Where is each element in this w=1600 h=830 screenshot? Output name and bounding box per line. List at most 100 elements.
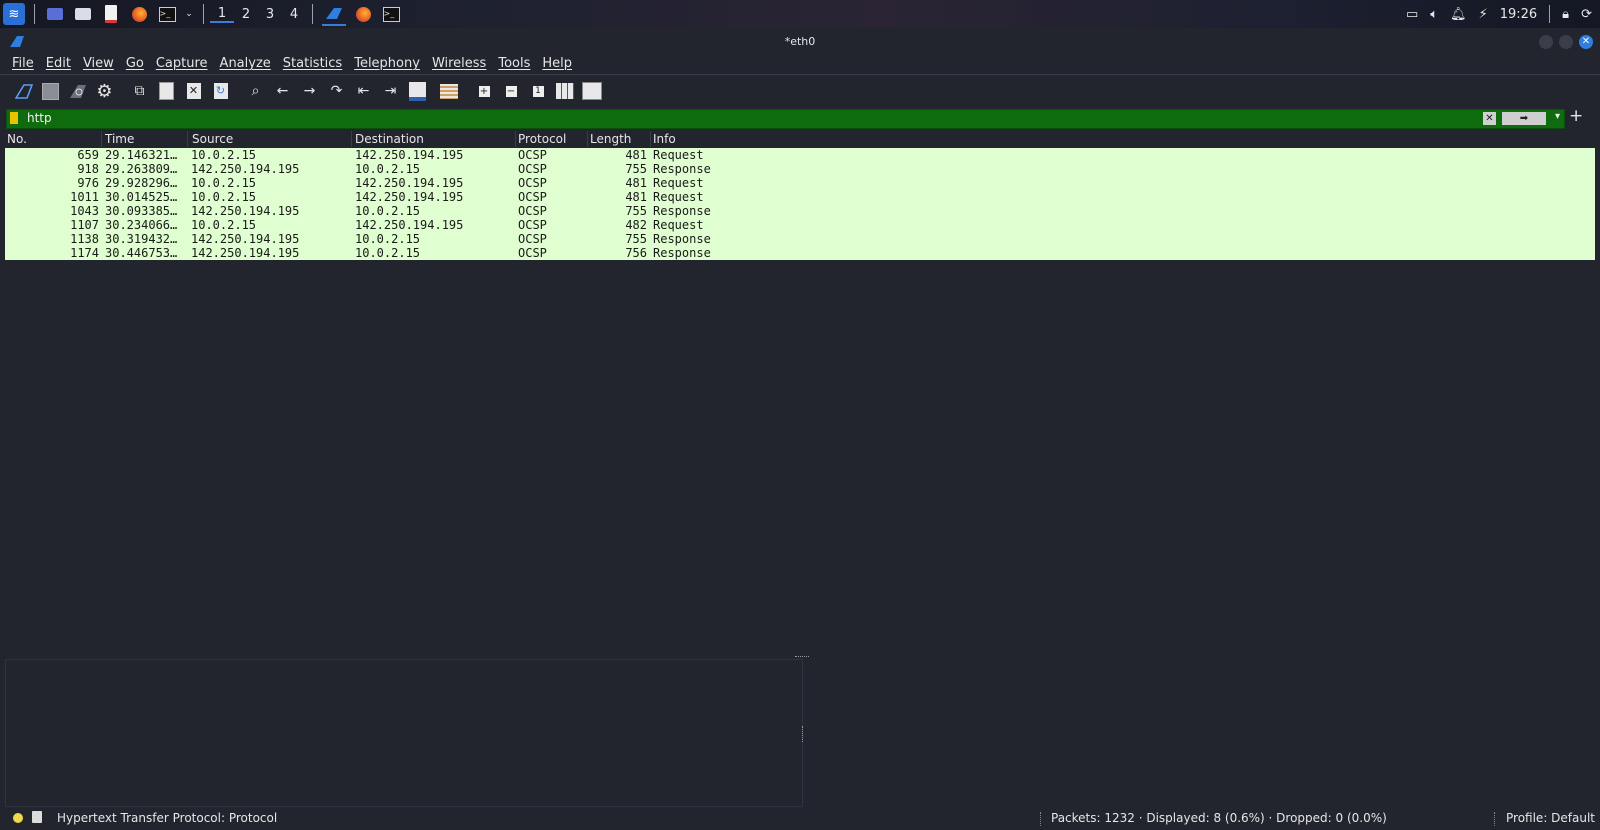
column-separator[interactable] [351,131,352,147]
save-file-icon[interactable] [157,81,177,101]
table-row[interactable]: 918 29.263809… 142.250.194.195 10.0.2.15 OCS… [5,162,1595,176]
workspace-2[interactable]: 2 [234,7,258,22]
resize-columns-icon[interactable] [555,81,575,101]
go-forward-arrow-icon[interactable]: → [300,81,320,101]
table-row[interactable]: 1174 30.446753… 142.250.194.195 10.0.2.15 OC… [5,246,1595,260]
minimize-button[interactable] [1539,35,1553,49]
menu-edit[interactable]: Edit [40,56,77,72]
colorize-icon[interactable] [439,81,459,101]
last-packet-icon[interactable]: ⇥ [381,81,401,101]
terminal-task-icon[interactable]: >_ [380,3,402,25]
packet-details-pane[interactable] [5,659,803,807]
status-profile[interactable]: Profile: Default [1506,811,1595,825]
find-packet-search-icon[interactable]: ⌕ [246,81,266,101]
close-file-icon[interactable]: ✕ [184,81,204,101]
clear-filter-icon[interactable]: ✕ [1483,112,1496,125]
battery-icon[interactable]: ⚡ [1479,7,1488,22]
capture-options-gear-icon[interactable]: ⚙ [95,81,115,102]
wireshark-task-icon[interactable] [322,2,346,26]
display-filter-input[interactable] [27,111,1427,125]
display-icon[interactable]: ▭ [1406,7,1418,22]
maximize-button[interactable] [1559,35,1573,49]
clock[interactable]: 19:26 [1500,7,1537,22]
menu-telephony[interactable]: Telephony [348,56,426,72]
filter-history-chevron-down-icon[interactable]: ▾ [1555,111,1560,122]
table-row[interactable]: 1138 30.319432… 142.250.194.195 10.0.2.15 OC… [5,232,1595,246]
close-button[interactable]: ✕ [1579,35,1593,49]
column-header-no[interactable]: No. [7,132,27,146]
column-header-source[interactable]: Source [192,132,233,146]
menu-go[interactable]: Go [120,56,150,72]
autoscroll-icon[interactable] [408,81,428,101]
menu-tools[interactable]: Tools [492,56,536,72]
menu-wireless[interactable]: Wireless [426,56,492,72]
column-header-destination[interactable]: Destination [355,132,424,146]
cell-protocol: OCSP [518,190,547,204]
column-separator[interactable] [101,131,102,147]
open-file-icon[interactable]: ⧉ [130,81,150,101]
cell-time: 29.263809… [105,162,178,176]
menu-capture[interactable]: Capture [150,56,214,72]
add-filter-button-plus-icon[interactable]: + [1569,106,1583,126]
apply-filter-arrow-icon[interactable]: ➡ [1502,112,1546,125]
zoom-out-icon[interactable]: − [501,81,521,101]
cell-info: Response [653,232,711,246]
filter-bookmark-icon[interactable] [10,112,18,124]
volume-icon[interactable]: 🔈︎ [1430,7,1438,22]
column-separator[interactable] [187,131,188,147]
workspace-1[interactable]: 1 [210,6,234,23]
packet-layout-icon[interactable] [582,81,602,101]
packet-list-header: No. Time Source Destination Protocol Len… [5,131,1595,147]
logout-icon[interactable]: ⟳ [1581,7,1592,22]
zoom-in-icon[interactable]: + [474,81,494,101]
column-separator[interactable] [515,131,516,147]
expert-info-led-icon[interactable] [13,813,23,823]
file-manager-icon[interactable] [72,3,94,25]
kali-menu-icon[interactable]: ≋ [3,3,25,25]
cell-source: 10.0.2.15 [191,176,257,190]
column-separator[interactable] [587,131,588,147]
cell-info: Request [653,218,704,232]
menu-analyze[interactable]: Analyze [214,56,277,72]
go-back-arrow-icon[interactable]: ← [273,81,293,101]
column-header-protocol[interactable]: Protocol [518,132,566,146]
menu-statistics[interactable]: Statistics [277,56,348,72]
stop-capture-icon[interactable] [41,81,61,101]
show-desktop-icon[interactable] [44,3,66,25]
menu-file[interactable]: File [6,56,40,72]
table-row[interactable]: 1011 30.014525… 10.0.2.15 142.250.194.195 OC… [5,190,1595,204]
splitter-grip[interactable] [795,656,809,658]
column-header-time[interactable]: Time [105,132,134,146]
capture-comment-icon[interactable] [32,811,42,823]
first-packet-icon[interactable]: ⇤ [354,81,374,101]
normal-size-icon[interactable]: 1 [528,81,548,101]
terminal-icon[interactable]: >_ [156,3,178,25]
packet-list[interactable]: 659 29.146321… 10.0.2.15 142.250.194.195 OCS… [5,148,1595,654]
packet-bytes-pane[interactable] [805,659,1595,805]
restart-capture-icon[interactable] [68,81,88,101]
workspace-3[interactable]: 3 [258,7,282,22]
menu-help[interactable]: Help [536,56,578,72]
vertical-splitter-grip[interactable] [802,726,804,742]
cell-protocol: OCSP [518,218,547,232]
text-editor-icon[interactable] [100,3,122,25]
cell-destination: 10.0.2.15 [355,232,421,246]
column-header-length[interactable]: Length [590,132,631,146]
column-separator[interactable] [650,131,651,147]
firefox-task-icon[interactable] [352,3,374,25]
go-to-packet-icon[interactable]: ↷ [327,81,347,101]
table-row[interactable]: 1107 30.234066… 10.0.2.15 142.250.194.195 OC… [5,218,1595,232]
status-separator [1040,812,1042,826]
table-row[interactable]: 659 29.146321… 10.0.2.15 142.250.194.195 OCS… [5,148,1595,162]
start-capture-icon[interactable] [14,81,34,101]
notification-bell-icon[interactable]: 🔔︎ [1450,7,1467,22]
firefox-icon[interactable] [128,3,150,25]
reload-file-icon[interactable]: ↻ [211,81,231,101]
workspace-4[interactable]: 4 [282,7,306,22]
menu-view[interactable]: View [77,56,120,72]
lock-icon[interactable]: 🔒︎ [1562,7,1569,22]
table-row[interactable]: 976 29.928296… 10.0.2.15 142.250.194.195 OCS… [5,176,1595,190]
column-header-info[interactable]: Info [653,132,676,146]
table-row[interactable]: 1043 30.093385… 142.250.194.195 10.0.2.15 OC… [5,204,1595,218]
chevron-down-icon[interactable]: ⌄ [184,3,194,25]
